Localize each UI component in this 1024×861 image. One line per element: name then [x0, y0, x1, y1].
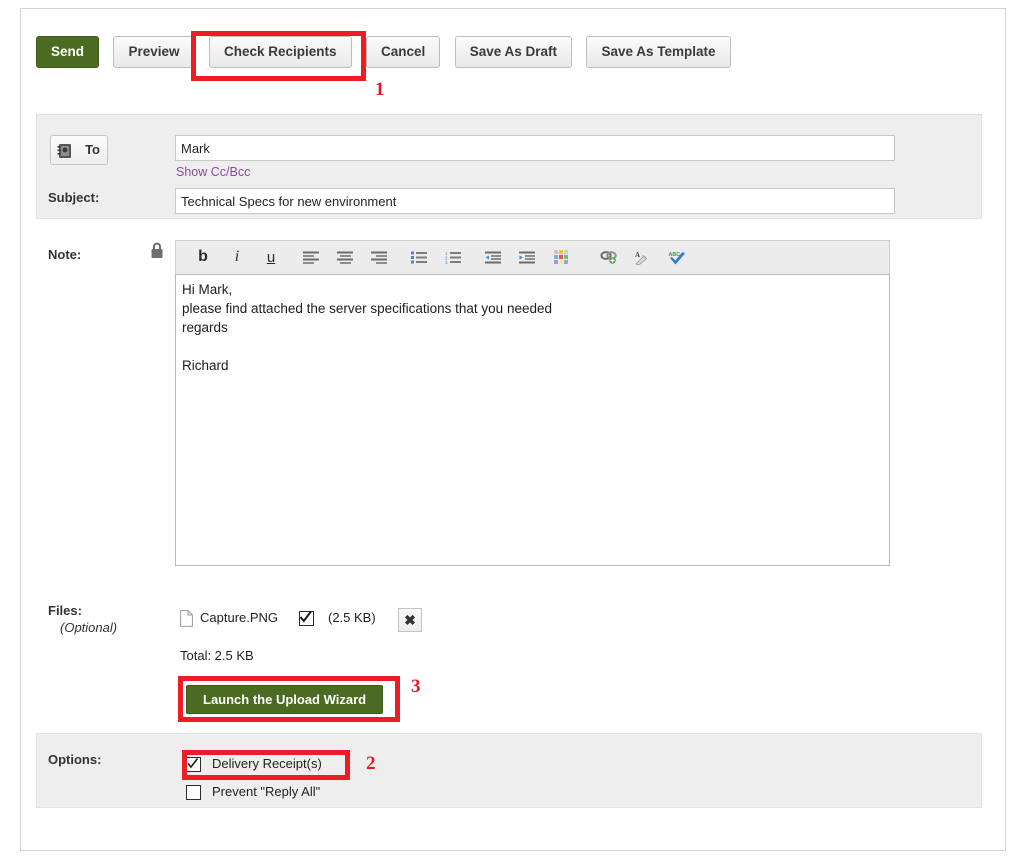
files-label: Files: — [48, 603, 82, 618]
check-recipients-button[interactable]: Check Recipients — [208, 36, 352, 68]
bullet-list-icon[interactable] — [406, 241, 432, 273]
align-center-icon[interactable] — [332, 241, 358, 273]
save-as-template-button[interactable]: Save As Template — [586, 36, 731, 68]
delivery-receipts-checkbox[interactable] — [186, 757, 201, 772]
note-label: Note: — [48, 247, 82, 262]
note-body-textarea[interactable]: Hi Mark, please find attached the server… — [175, 274, 890, 566]
action-button-bar: Send Preview Check Recipients Cancel Sav… — [36, 36, 741, 68]
numbered-list-icon[interactable]: 1 2 3 — [440, 241, 466, 273]
rich-text-toolbar: b i u 1 2 3 A ABC — [175, 240, 890, 274]
file-icon — [180, 610, 193, 627]
prevent-reply-all-checkbox[interactable] — [186, 785, 201, 800]
attachments-total: Total: 2.5 KB — [180, 648, 254, 663]
show-cc-bcc-link[interactable]: Show Cc/Bcc — [176, 165, 250, 179]
underline-icon[interactable]: u — [258, 241, 284, 273]
svg-text:A: A — [635, 251, 640, 259]
options-label: Options: — [48, 752, 102, 767]
attachment-name: Capture.PNG — [200, 610, 279, 625]
subject-input[interactable] — [175, 188, 895, 214]
attachment-checkbox[interactable] — [299, 611, 314, 626]
lock-icon — [150, 242, 164, 259]
to-picker-button[interactable]: To — [50, 135, 108, 165]
files-optional-label: (Optional) — [60, 620, 118, 635]
launch-upload-wizard-button[interactable]: Launch the Upload Wizard — [186, 685, 384, 714]
save-as-draft-button[interactable]: Save As Draft — [454, 36, 572, 68]
color-palette-icon[interactable] — [548, 241, 574, 273]
options-panel — [36, 733, 982, 808]
subject-label: Subject: — [48, 190, 100, 205]
annotation-number-1: 1 — [375, 79, 385, 100]
annotation-number-2: 2 — [366, 753, 376, 774]
bold-icon[interactable]: b — [190, 241, 216, 273]
align-left-icon[interactable] — [298, 241, 324, 273]
prevent-reply-all-label: Prevent "Reply All" — [212, 784, 321, 799]
remove-attachment-icon[interactable]: ✖ — [398, 608, 422, 632]
indent-icon[interactable] — [514, 241, 540, 273]
align-right-icon[interactable] — [366, 241, 392, 273]
font-style-icon[interactable]: A a — [630, 241, 656, 273]
outdent-icon[interactable] — [480, 241, 506, 273]
insert-link-icon[interactable] — [596, 241, 622, 273]
cancel-button[interactable]: Cancel — [365, 36, 441, 68]
attachment-size: (2.5 KB) — [328, 610, 376, 625]
preview-button[interactable]: Preview — [113, 36, 195, 68]
compose-message-page: Send Preview Check Recipients Cancel Sav… — [0, 0, 1024, 861]
svg-text:3: 3 — [445, 260, 448, 264]
to-input[interactable] — [175, 135, 895, 161]
italic-icon[interactable]: i — [224, 241, 250, 273]
delivery-receipts-label: Delivery Receipt(s) — [212, 756, 322, 771]
annotation-number-3: 3 — [411, 676, 421, 697]
to-button-label: To — [85, 142, 100, 157]
spellcheck-icon[interactable]: ABC — [664, 241, 690, 273]
address-book-icon — [57, 143, 73, 159]
send-button[interactable]: Send — [36, 36, 100, 68]
